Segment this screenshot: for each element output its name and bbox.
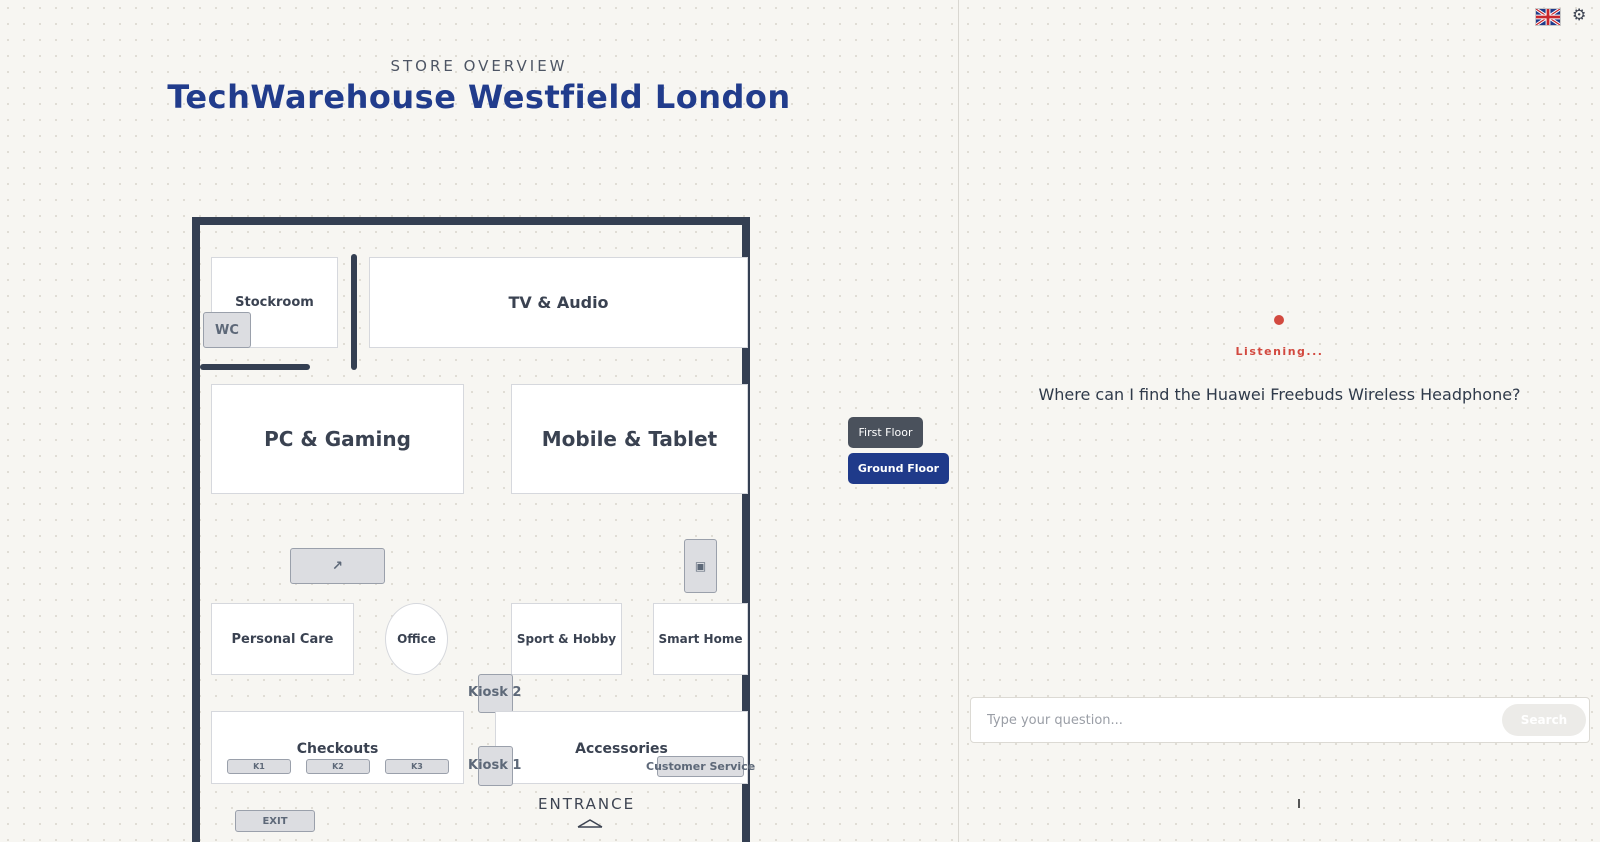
text-cursor-icon [1298, 799, 1300, 808]
zone-tv-audio[interactable]: TV & Audio [369, 257, 748, 348]
checkout-counter-k2[interactable]: K2 [306, 759, 370, 774]
search-button[interactable]: Search [1502, 704, 1586, 736]
zone-personal-care-label: Personal Care [231, 631, 334, 647]
gear-icon[interactable]: ⚙ [1572, 6, 1586, 24]
customer-service-label: Customer Service [646, 760, 756, 773]
zone-mobile-tablet[interactable]: Mobile & Tablet [511, 384, 748, 494]
entrance-arrow-icon [577, 819, 603, 828]
first-floor-label: First Floor [858, 426, 913, 439]
transcribed-question: Where can I find the Huawei Freebuds Wir… [1038, 385, 1521, 404]
kiosk-1-label: Kiosk 1 [468, 758, 522, 773]
page-subtitle: STORE OVERVIEW [390, 57, 568, 75]
stockroom-wall-vertical [351, 254, 357, 370]
zone-office-label: Office [397, 632, 436, 646]
assistant-pane: ⚙ Listening... Where can I find the Huaw… [959, 0, 1600, 842]
zone-stockroom-label: Stockroom [235, 295, 314, 310]
checkout-counter-k3[interactable]: K3 [385, 759, 449, 774]
question-input[interactable] [972, 699, 1492, 741]
ground-floor-button[interactable]: Ground Floor [848, 453, 949, 484]
zone-accessories-label: Accessories [575, 741, 668, 757]
checkout-counter-k1[interactable]: K1 [227, 759, 291, 774]
zone-sport-hobby[interactable]: Sport & Hobby [511, 603, 622, 675]
zone-wc-label: WC [215, 322, 239, 338]
exit-label: EXIT [262, 815, 288, 827]
zone-personal-care[interactable]: Personal Care [211, 603, 354, 675]
recording-indicator-icon [1274, 315, 1284, 325]
entrance-label: ENTRANCE [538, 795, 636, 813]
ground-floor-label: Ground Floor [857, 462, 940, 475]
zone-mobile-tablet-label: Mobile & Tablet [541, 427, 718, 451]
kiosk-2-label: Kiosk 2 [468, 685, 522, 700]
first-floor-button[interactable]: First Floor [848, 417, 923, 448]
listening-status: Listening... [1235, 345, 1324, 358]
store-map-pane: STORE OVERVIEW TechWarehouse Westfield L… [0, 0, 958, 842]
zone-wc[interactable]: WC [203, 312, 251, 348]
zone-pc-gaming[interactable]: PC & Gaming [211, 384, 464, 494]
elevator-icon: ▣ [694, 559, 707, 573]
page-title: TechWarehouse Westfield London [167, 78, 791, 116]
zone-tv-audio-label: TV & Audio [508, 293, 609, 312]
zone-office[interactable]: Office [385, 603, 448, 675]
stockroom-wall-horizontal [200, 364, 310, 370]
zone-smart-home-label: Smart Home [658, 632, 743, 646]
escalator-icon: ↗ [332, 558, 343, 574]
uk-flag-icon[interactable] [1535, 8, 1561, 26]
exit-door[interactable]: EXIT [235, 810, 315, 832]
zone-pc-gaming-label: PC & Gaming [264, 427, 411, 451]
question-box: Search [970, 697, 1590, 743]
zone-checkouts-label: Checkouts [296, 741, 379, 757]
zone-smart-home[interactable]: Smart Home [653, 603, 748, 675]
elevator[interactable]: ▣ [684, 539, 717, 593]
zone-sport-hobby-label: Sport & Hobby [516, 632, 617, 646]
escalator[interactable]: ↗ [290, 548, 385, 584]
